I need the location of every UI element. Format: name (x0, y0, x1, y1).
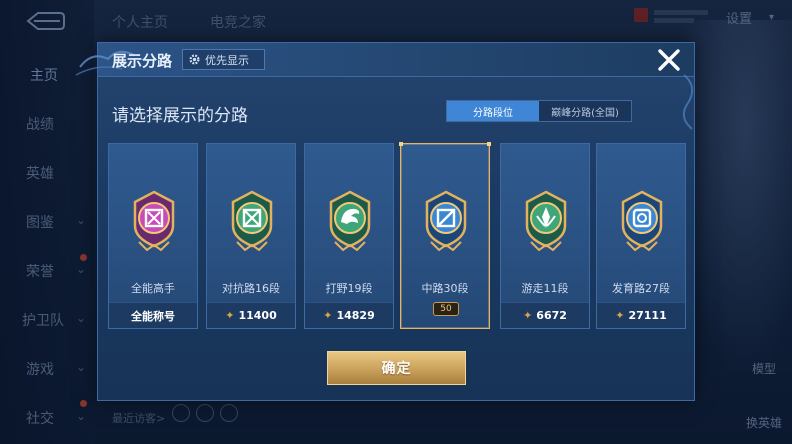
lane-card-farm[interactable]: 发育路27段 ✦ 27111 (596, 143, 686, 329)
confirm-button[interactable]: 确定 (327, 351, 466, 385)
lane-name: 中路30段 (421, 282, 469, 295)
rank-points-icon: ✦ (225, 309, 235, 322)
dialog-title: 展示分路 (112, 52, 173, 70)
level-pill: 50 (433, 302, 459, 316)
roam-badge-icon (525, 190, 567, 252)
rank-points: 6672 (536, 309, 567, 322)
lane-card-footer: ✦ 14829 (305, 302, 393, 328)
lane-card-footer: 全能称号 (109, 302, 197, 328)
tab-peak-lane-national[interactable]: 巅峰分路(全国) (539, 101, 631, 121)
rank-points: 14829 (336, 309, 375, 322)
lane-card-footer: ✦ 27111 (597, 302, 685, 328)
lane-card-jungle[interactable]: 打野19段 ✦ 14829 (304, 143, 394, 329)
lane-card-roam[interactable]: 游走11段 ✦ 6672 (500, 143, 590, 329)
priority-display-label: 优先显示 (205, 53, 249, 67)
dialog-header: 展示分路 优先显示 (75, 43, 694, 77)
lane-mode-toggle: 分路段位 巅峰分路(全国) (446, 100, 632, 122)
rank-points: 27111 (628, 309, 667, 322)
cloud-ornament-icon (682, 74, 694, 130)
mid-lane-badge-icon (425, 190, 467, 252)
lane-name: 发育路27段 (612, 282, 670, 295)
rank-points-icon: ✦ (523, 309, 533, 322)
lane-name: 游走11段 (521, 282, 569, 295)
gear-icon (189, 54, 200, 65)
lane-card-footer: ✦ 11400 (207, 302, 295, 328)
lane-card-all-round[interactable]: 全能高手 全能称号 (108, 143, 198, 329)
selection-corner (487, 142, 491, 146)
lane-card-footer: ✦ 6672 (501, 302, 589, 328)
jungle-badge-icon (329, 190, 371, 252)
all-round-badge-icon (133, 190, 175, 252)
rank-points-icon: ✦ (615, 309, 625, 322)
tab-lane-rank[interactable]: 分路段位 (447, 101, 539, 121)
lane-card-clash[interactable]: 对抗路16段 ✦ 11400 (206, 143, 296, 329)
title-label: 全能称号 (131, 309, 175, 323)
farm-lane-badge-icon (621, 190, 663, 252)
clash-lane-badge-icon (231, 190, 273, 252)
selection-corner (399, 142, 403, 146)
rank-points-icon: ✦ (323, 309, 333, 322)
lane-card-mid[interactable]: 中路30段 50 (399, 142, 491, 329)
rank-points: 11400 (238, 309, 277, 322)
lane-name: 对抗路16段 (222, 282, 280, 295)
lane-display-dialog: 展示分路 优先显示 请选择展示的分路 分路段位 巅峰分路(全国) 全能高手 全能… (75, 42, 695, 401)
priority-display-button[interactable]: 优先显示 (182, 49, 265, 70)
lane-card-list: 全能高手 全能称号 对抗路16段 ✦ 11400 打野19段 ✦ 14829 中… (108, 142, 688, 329)
lane-name: 打野19段 (325, 282, 373, 295)
lane-name: 全能高手 (131, 282, 175, 295)
close-icon[interactable] (654, 45, 684, 75)
lane-select-prompt: 请选择展示的分路 (112, 106, 248, 126)
